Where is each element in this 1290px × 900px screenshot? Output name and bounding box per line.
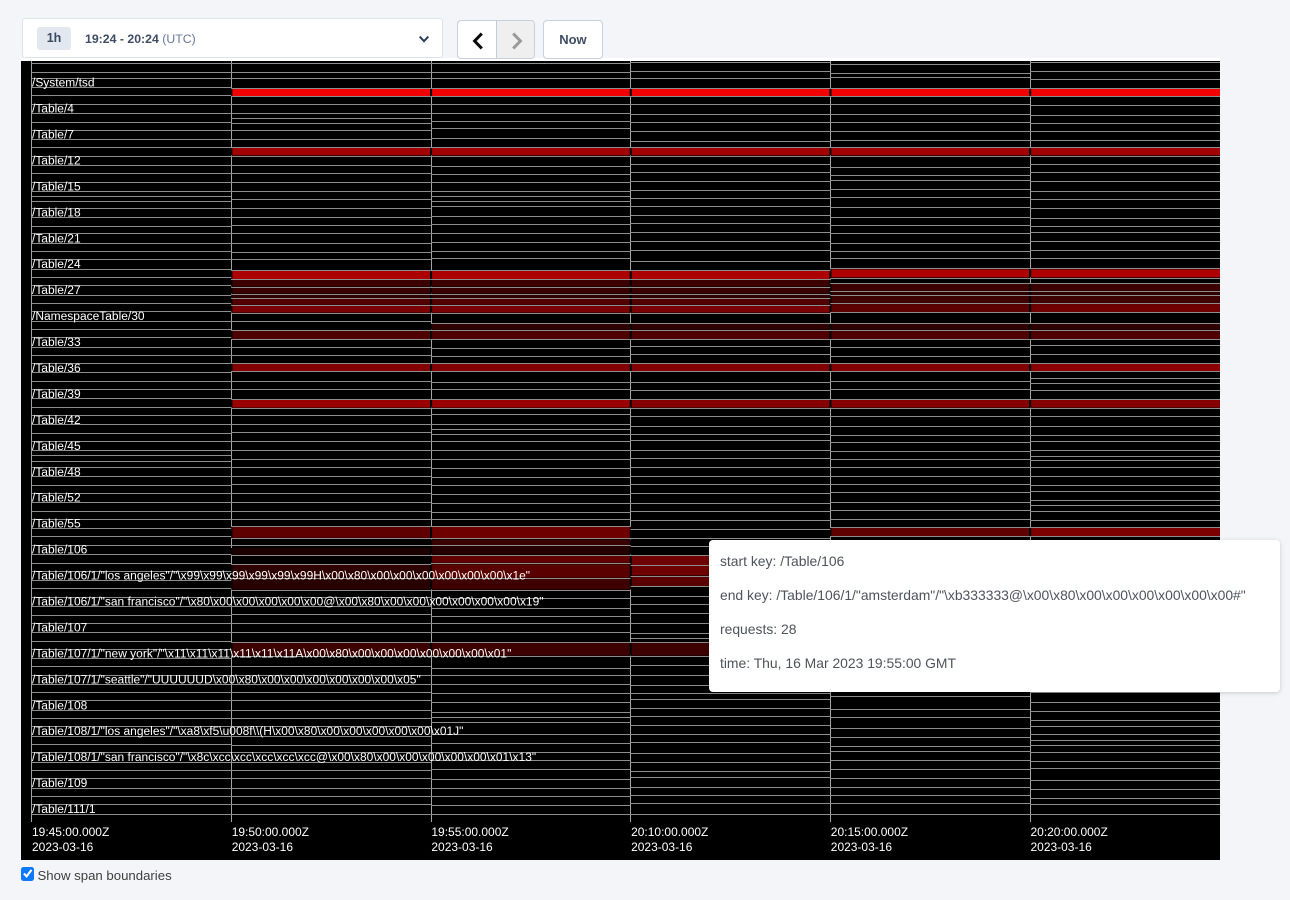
svg-text:/Table/106/1/"san francisco"/": /Table/106/1/"san francisco"/"\x80\x00\x…: [32, 594, 544, 608]
svg-text:/Table/21: /Table/21: [32, 231, 81, 245]
svg-text:/Table/107/1/"new york"/"\x11\: /Table/107/1/"new york"/"\x11\x11\x11\x1…: [32, 646, 511, 660]
svg-text:/NamespaceTable/30: /NamespaceTable/30: [32, 309, 145, 323]
svg-text:20:10:00.000Z: 20:10:00.000Z: [631, 825, 708, 839]
svg-text:/Table/24: /Table/24: [32, 257, 81, 271]
svg-text:20:20:00.000Z: 20:20:00.000Z: [1030, 825, 1107, 839]
svg-text:/Table/7: /Table/7: [32, 127, 74, 141]
svg-text:/Table/108/1/"los angeles"/"\x: /Table/108/1/"los angeles"/"\xa8\xf5\u00…: [32, 724, 463, 738]
svg-text:/Table/106/1/"los angeles"/"\x: /Table/106/1/"los angeles"/"\x99\x99\x99…: [32, 568, 530, 582]
svg-text:19:45:00.000Z: 19:45:00.000Z: [32, 825, 109, 839]
svg-text:/System/tsd: /System/tsd: [32, 76, 95, 90]
svg-text:/Table/111/1: /Table/111/1: [32, 802, 96, 816]
svg-text:/Table/106: /Table/106: [32, 543, 88, 557]
svg-text:/Table/45: /Table/45: [32, 439, 81, 453]
svg-text:/Table/42: /Table/42: [32, 413, 81, 427]
svg-text:/Table/39: /Table/39: [32, 387, 81, 401]
svg-text:19:55:00.000Z: 19:55:00.000Z: [431, 825, 508, 839]
svg-text:/Table/33: /Table/33: [32, 335, 81, 349]
svg-text:20:15:00.000Z: 20:15:00.000Z: [831, 825, 908, 839]
svg-text:2023-03-16: 2023-03-16: [232, 840, 294, 854]
svg-text:/Table/108/1/"san francisco"/": /Table/108/1/"san francisco"/"\x8c\xcc\x…: [32, 750, 536, 764]
svg-text:/Table/52: /Table/52: [32, 491, 81, 505]
svg-text:19:50:00.000Z: 19:50:00.000Z: [232, 825, 309, 839]
svg-text:/Table/12: /Table/12: [32, 153, 81, 167]
svg-text:/Table/15: /Table/15: [32, 179, 81, 193]
svg-text:/Table/27: /Table/27: [32, 283, 81, 297]
svg-text:2023-03-16: 2023-03-16: [631, 840, 693, 854]
svg-text:/Table/107: /Table/107: [32, 620, 88, 634]
svg-text:/Table/4: /Table/4: [32, 101, 74, 115]
svg-text:/Table/55: /Table/55: [32, 517, 81, 531]
svg-text:2023-03-16: 2023-03-16: [32, 840, 94, 854]
svg-text:/Table/107/1/"seattle"/"UUUUUU: /Table/107/1/"seattle"/"UUUUUUD\x00\x80\…: [32, 672, 421, 686]
svg-text:2023-03-16: 2023-03-16: [431, 840, 493, 854]
svg-text:2023-03-16: 2023-03-16: [831, 840, 893, 854]
svg-text:/Table/48: /Table/48: [32, 465, 81, 479]
svg-text:/Table/108: /Table/108: [32, 698, 88, 712]
svg-text:/Table/18: /Table/18: [32, 205, 81, 219]
svg-text:/Table/36: /Table/36: [32, 361, 81, 375]
svg-text:/Table/109: /Table/109: [32, 776, 88, 790]
svg-text:2023-03-16: 2023-03-16: [1030, 840, 1092, 854]
